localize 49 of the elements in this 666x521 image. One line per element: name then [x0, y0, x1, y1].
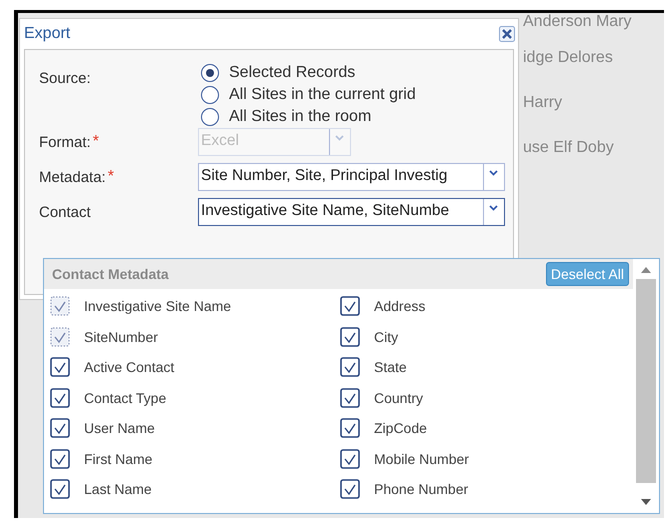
scroll-up-icon[interactable]	[641, 267, 651, 273]
checkbox[interactable]	[50, 479, 70, 500]
radio-option[interactable]: All Sites in the room	[201, 108, 416, 126]
checkbox[interactable]	[340, 448, 360, 469]
checkbox[interactable]	[340, 296, 360, 316]
checkbox-label: State	[374, 359, 407, 376]
close-icon[interactable]	[499, 26, 515, 42]
checkbox-label: Address	[374, 298, 426, 314]
radio-option[interactable]: All Sites in the current grid	[201, 86, 416, 104]
checkbox-label: First Name	[84, 450, 152, 467]
caret-icon	[489, 170, 498, 176]
checkbox[interactable]	[340, 388, 360, 408]
checkbox[interactable]	[340, 326, 360, 347]
required-asterisk: *	[92, 133, 99, 151]
checkbox-label: User Name	[84, 420, 155, 436]
field-label: Metadata:	[39, 168, 106, 186]
checkbox-label: Investigative Site Name	[84, 298, 232, 314]
checkbox-label: ZipCode	[374, 420, 427, 436]
checkbox[interactable]	[340, 357, 360, 378]
scroll-down-icon[interactable]	[641, 499, 651, 505]
checkbox-label: Mobile Number	[374, 450, 469, 467]
checkbox[interactable]	[50, 448, 70, 469]
checkbox[interactable]	[50, 418, 70, 438]
radio-option[interactable]: Selected Records	[201, 64, 416, 82]
caret-icon	[335, 135, 344, 141]
checkbox[interactable]	[50, 357, 70, 378]
grid-cell-text: Harry	[523, 94, 562, 112]
checkbox[interactable]	[340, 479, 360, 500]
checkbox-label: SiteNumber	[84, 328, 158, 345]
dropdown-title: Contact Metadata	[52, 266, 169, 282]
checkbox-label: Country	[374, 390, 424, 406]
checkbox[interactable]	[50, 388, 70, 408]
checkbox-label: City	[374, 328, 398, 345]
checkbox[interactable]	[340, 418, 360, 438]
grid-cell-text: idge Delores	[523, 48, 613, 66]
caret-icon	[489, 205, 498, 211]
field-label: Contact	[39, 204, 91, 220]
dropdown-field[interactable]: Investigative Site Name, SiteNumbe	[198, 198, 505, 226]
checkbox-label: Phone Number	[374, 481, 468, 498]
grid-cell-text: use Elf Doby	[523, 138, 614, 156]
required-asterisk: *	[108, 168, 114, 186]
dropdown-field[interactable]: Site Number, Site, Principal Investig	[198, 163, 505, 191]
source-label: Source:	[39, 69, 92, 87]
checkbox-label: Last Name	[84, 481, 152, 498]
field-label: Format:	[39, 134, 91, 150]
dialog-title: Export	[24, 25, 70, 43]
checkbox-label: Active Contact	[84, 359, 174, 376]
checkbox-label: Contact Type	[84, 390, 166, 406]
grid-cell-text: Anderson Mary	[523, 13, 632, 31]
